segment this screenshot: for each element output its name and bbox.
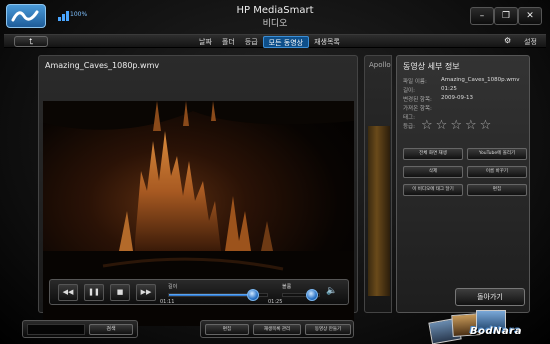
rename-button[interactable]: 이름 바꾸기	[467, 166, 527, 178]
volume-label: 볼륨	[282, 284, 292, 290]
playback-controls: ◀◀ ❚❚ ■ ▶▶ 길이 01:11 01:25 볼륨 🔈	[49, 279, 349, 305]
app-subtitle: 비디오	[262, 19, 288, 29]
stop-button[interactable]: ■	[110, 284, 130, 301]
manage-playlist-button[interactable]: 재생목록 관리	[253, 324, 301, 335]
speaker-icon[interactable]: 🔈	[326, 286, 337, 296]
star-icon-1[interactable]: ☆	[421, 119, 433, 132]
seek-slider[interactable]	[168, 289, 268, 301]
delete-button[interactable]: 삭제	[403, 166, 463, 178]
detail-label-tags: 태그:	[403, 115, 415, 121]
edit-button[interactable]: 편집	[467, 184, 527, 196]
upload-youtube-button[interactable]: YouTube에 올리기	[467, 148, 527, 160]
rating-stars: ☆ ☆ ☆ ☆ ☆	[421, 119, 491, 132]
rewind-button[interactable]: ◀◀	[58, 284, 78, 301]
play-fullscreen-button[interactable]: 전체 화면 재생	[403, 148, 463, 160]
detail-label-imported: 가져온 항목:	[403, 106, 432, 112]
pause-button[interactable]: ❚❚	[84, 284, 104, 301]
current-time: 01:11	[160, 299, 175, 305]
detail-label-length: 길이:	[403, 88, 415, 94]
detail-label-rating: 등급:	[403, 124, 415, 130]
seek-label: 길이	[168, 284, 178, 290]
tab-rating[interactable]: 등급	[240, 36, 263, 48]
video-details-panel: 동영상 세부 정보 파일 이름: Amazing_Caves_1080p.wmv…	[396, 55, 530, 313]
search-button[interactable]: 검색	[89, 324, 133, 335]
create-video-button[interactable]: 동영상 만들기	[305, 324, 351, 335]
thumbnail-stack	[428, 306, 522, 344]
close-button[interactable]: ✕	[518, 7, 542, 25]
star-icon-3[interactable]: ☆	[450, 119, 462, 132]
gear-icon[interactable]: ⚙	[504, 36, 511, 45]
app-window: 100% HP MediaSmart 비디오 – ❐ ✕ ⮤ 날짜 폴더 등급 …	[0, 0, 550, 344]
bottom-edit-button[interactable]: 편집	[205, 324, 249, 335]
restore-button[interactable]: ❐	[494, 7, 518, 25]
seek-handle[interactable]	[246, 289, 259, 301]
video-player-panel: Amazing_Caves_1080p.wmv ◀◀ ❚❚ ■ ▶▶ 길이 01…	[38, 55, 358, 326]
tag-video-button[interactable]: 이 비디오에 태그 달기	[403, 184, 463, 196]
search-input[interactable]	[27, 324, 85, 335]
view-tabs: 날짜 폴더 등급 모든 동영상 재생목록	[194, 36, 345, 48]
tab-folder[interactable]: 폴더	[217, 36, 240, 48]
tab-playlists[interactable]: 재생목록	[309, 36, 345, 48]
tab-all-videos[interactable]: 모든 동영상	[262, 36, 310, 48]
settings-link[interactable]: 설정	[524, 37, 537, 47]
details-title: 동영상 세부 정보	[403, 62, 460, 71]
volume-slider[interactable]	[282, 289, 320, 301]
nav-bar: ⮤ 날짜 폴더 등급 모든 동영상 재생목록 ⚙ 설정	[4, 34, 546, 48]
back-arrow-button[interactable]: ⮤	[14, 36, 48, 47]
seek-progress-fill	[169, 294, 253, 296]
video-file-title: Amazing_Caves_1080p.wmv	[45, 61, 160, 70]
watermark-text: BodNara	[470, 326, 522, 337]
detail-value-filename: Amazing_Caves_1080p.wmv	[441, 77, 520, 83]
search-bar: 검색	[22, 320, 138, 338]
star-icon-2[interactable]: ☆	[436, 119, 448, 132]
bottom-action-bar: 편집 재생목록 관리 동영상 만들기	[200, 320, 354, 338]
next-video-thumbnail	[368, 126, 390, 296]
next-video-title: Apollo	[369, 61, 391, 69]
detail-label-filename: 파일 이름:	[403, 79, 427, 85]
minimize-button[interactable]: –	[470, 7, 494, 25]
detail-value-length: 01:25	[441, 86, 457, 92]
volume-handle[interactable]	[305, 289, 318, 301]
fast-forward-button[interactable]: ▶▶	[136, 284, 156, 301]
star-icon-5[interactable]: ☆	[480, 119, 492, 132]
go-back-button[interactable]: 돌아가기	[455, 288, 525, 306]
total-time: 01:25	[268, 299, 283, 305]
next-video-panel[interactable]: Apollo	[364, 55, 392, 313]
app-title: HP MediaSmart	[236, 5, 314, 16]
star-icon-4[interactable]: ☆	[465, 119, 477, 132]
tab-date[interactable]: 날짜	[194, 36, 217, 48]
detail-value-modified: 2009-09-13	[441, 95, 473, 101]
detail-label-modified: 변경된 항목:	[403, 97, 432, 103]
